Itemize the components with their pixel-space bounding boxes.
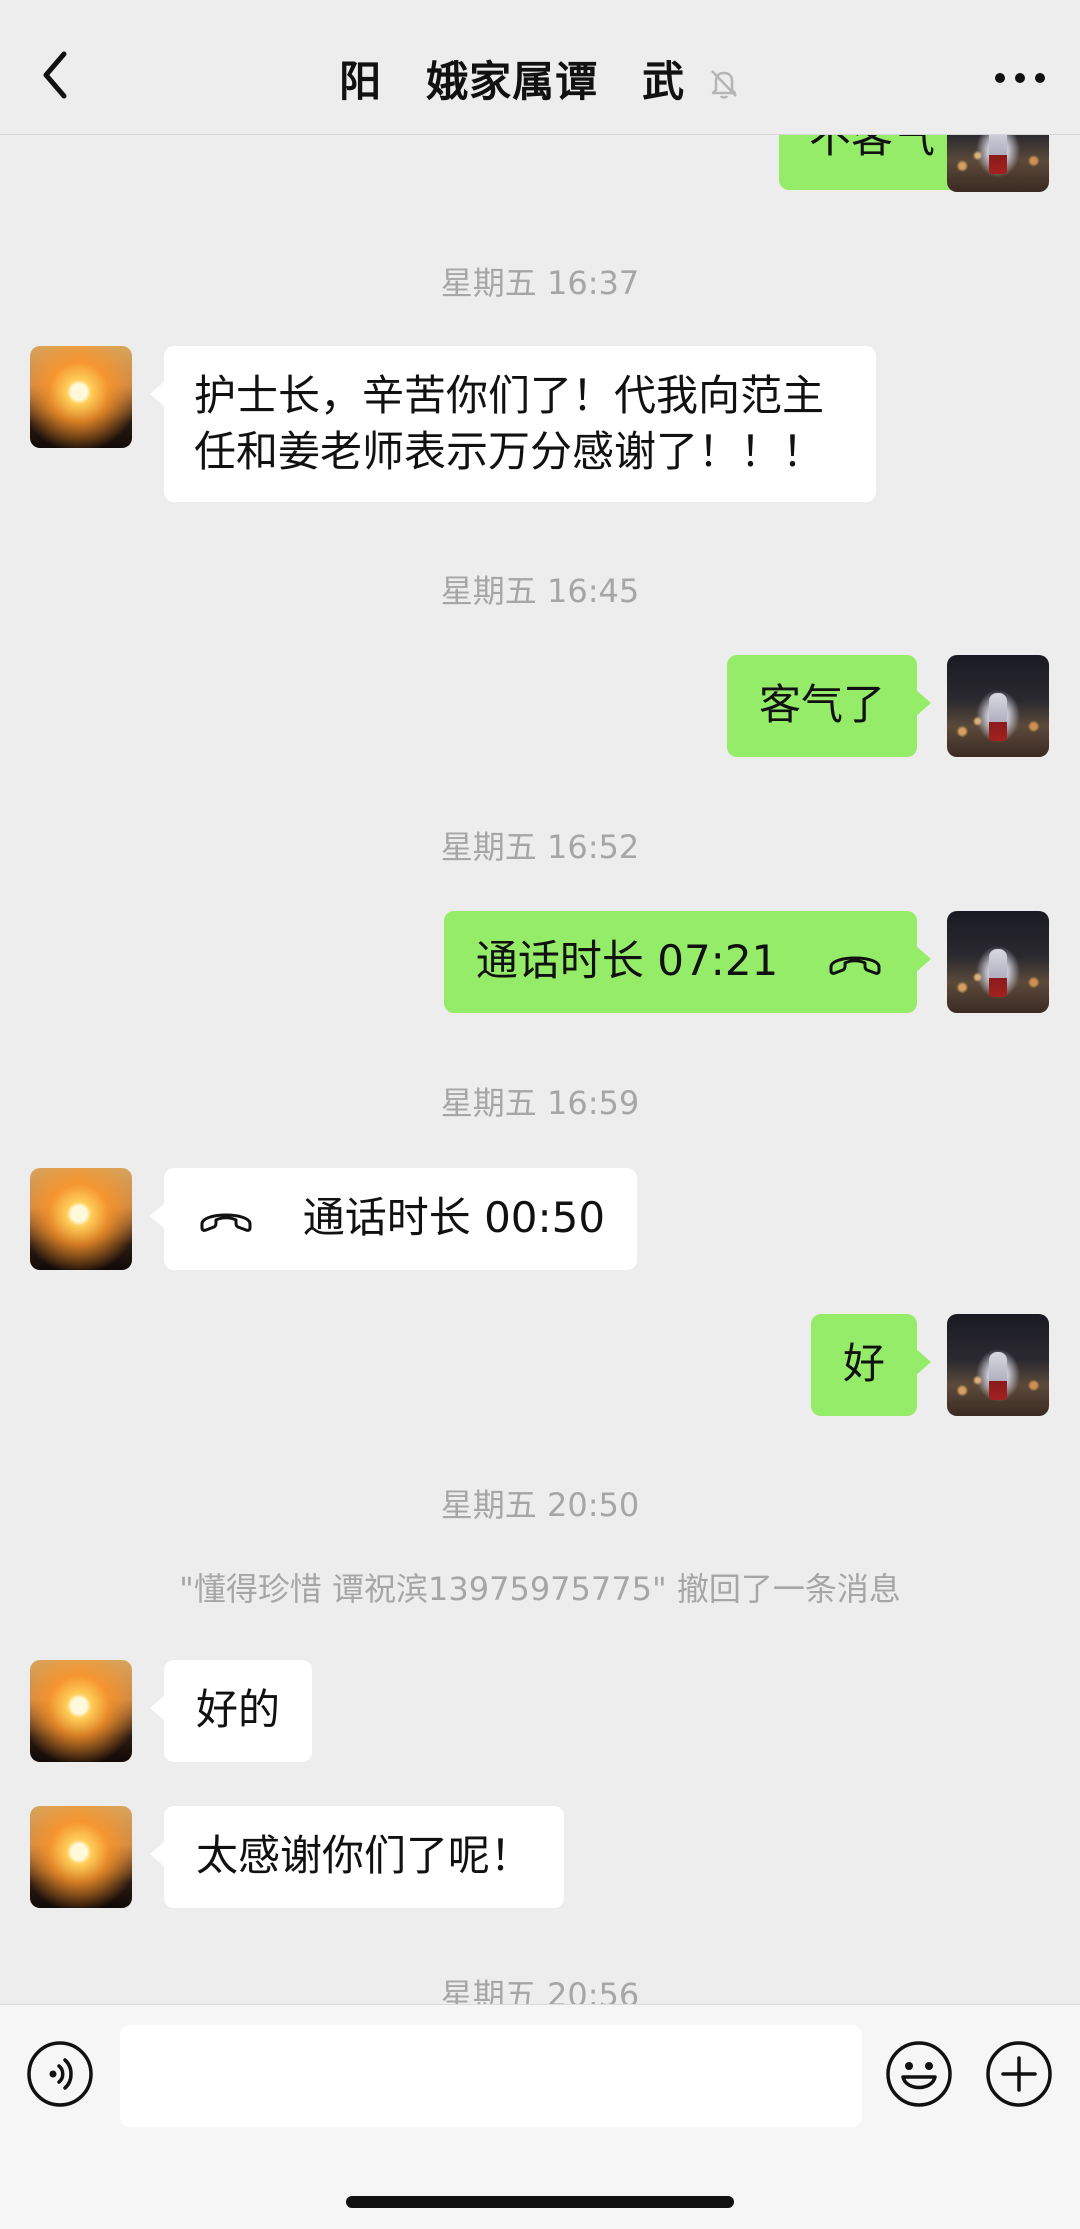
message-bubble-incoming[interactable]: 好的 [149, 1660, 313, 1762]
phone-icon [829, 956, 881, 975]
message-bubble-incoming[interactable]: 护士长，辛苦你们了！代我向范主任和姜老师表示万分感谢了！！！ [150, 346, 876, 502]
message-bubble-incoming[interactable]: 太感谢你们了呢！ [149, 1806, 565, 1908]
ellipsis-icon[interactable] [990, 58, 1050, 98]
timestamp: 星期五 16:37 [440, 264, 640, 302]
message-bubble-outgoing-call[interactable]: 通话时长 07:21 [443, 911, 932, 1013]
avatar[interactable] [947, 655, 1049, 757]
timestamp: 星期五 16:59 [440, 1084, 640, 1122]
message-bubble-outgoing[interactable]: 好 [810, 1314, 932, 1416]
avatar[interactable] [30, 1660, 132, 1762]
phone-icon [200, 1213, 252, 1232]
plus-circle-icon[interactable] [984, 2039, 1054, 2109]
voice-icon[interactable] [25, 2039, 95, 2109]
timestamp: 星期五 20:50 [440, 1486, 640, 1524]
recall-notice: "懂得珍惜 谭祝滨13975975775" 撤回了一条消息 [179, 1570, 901, 1608]
chat-header: 阳 娥家属谭 武 [0, 0, 1080, 135]
timestamp: 星期五 16:45 [440, 572, 640, 610]
message-input[interactable] [120, 2025, 862, 2127]
bell-slash-icon [710, 70, 737, 99]
home-indicator[interactable] [346, 2196, 734, 2208]
message-bubble-incoming-call[interactable]: 通话时长 00:50 [149, 1168, 638, 1270]
smiley-icon[interactable] [884, 2039, 954, 2109]
avatar[interactable] [30, 346, 132, 448]
timestamp: 星期五 16:52 [440, 828, 640, 866]
avatar[interactable] [30, 1806, 132, 1908]
avatar[interactable] [947, 1314, 1049, 1416]
message-bubble-outgoing[interactable]: 客气了 [726, 655, 932, 757]
avatar[interactable] [947, 911, 1049, 1013]
message-list[interactable]: 不客气 星期五 16:37 护士长，辛苦你们了！代我向范主任和姜老师表示万分感谢… [0, 0, 1080, 2014]
avatar[interactable] [30, 1168, 132, 1270]
chat-title[interactable]: 阳 娥家属谭 武 [0, 48, 1080, 109]
